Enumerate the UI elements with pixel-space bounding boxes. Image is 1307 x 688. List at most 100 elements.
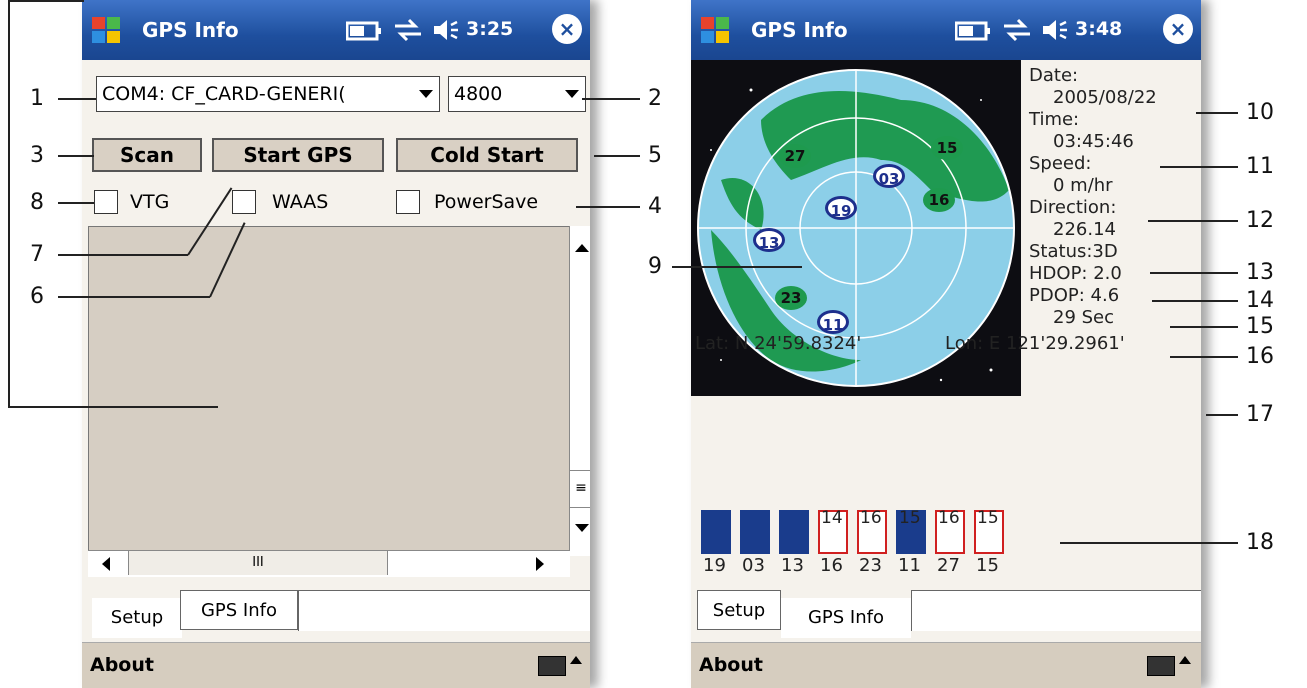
callout-line-6 — [58, 296, 210, 298]
com-port-select[interactable]: COM4: CF_CARD-GENERI( — [96, 76, 440, 112]
signal-bar-value: 16 — [938, 508, 960, 528]
callout-line-13 — [1150, 272, 1238, 274]
start-gps-button[interactable]: Start GPS — [212, 138, 384, 172]
callout-5: 5 — [648, 143, 662, 168]
callout-line-2 — [582, 98, 640, 100]
clock[interactable]: 3:25 — [466, 18, 513, 40]
scroll-thumb[interactable]: ≡ — [570, 470, 590, 508]
scan-button[interactable]: Scan — [92, 138, 202, 172]
baud-rate-select[interactable]: 4800 — [448, 76, 586, 112]
signal-bar-satellite-id: 16 — [820, 555, 843, 576]
close-button[interactable]: × — [552, 14, 582, 44]
callout-7: 7 — [30, 242, 44, 267]
signal-bar-satellite-id: 13 — [781, 555, 804, 576]
tab-setup[interactable]: Setup — [92, 598, 182, 638]
scroll-left-icon[interactable] — [102, 557, 110, 571]
satellite-marker: 16 — [923, 188, 955, 212]
speed-value: 0 m/hr — [1053, 175, 1113, 196]
speaker-icon[interactable] — [432, 18, 460, 42]
callout-line-4 — [576, 206, 640, 208]
signal-bar-satellite-id: 11 — [898, 555, 921, 576]
about-menu[interactable]: About — [699, 654, 763, 676]
pdop-text: PDOP: 4.6 — [1029, 285, 1120, 306]
signal-bar-value: 14 — [821, 508, 843, 528]
app-title: GPS Info — [142, 18, 239, 42]
horizontal-scroll-thumb[interactable]: III — [128, 551, 388, 575]
powersave-checkbox[interactable] — [396, 190, 420, 214]
cold-start-button[interactable]: Cold Start — [396, 138, 578, 172]
log-textarea[interactable] — [88, 226, 570, 576]
input-menu-arrow-icon[interactable] — [1179, 656, 1191, 664]
tab-setup[interactable]: Setup — [697, 590, 781, 630]
scroll-up-icon[interactable] — [575, 244, 589, 252]
direction-value: 226.14 — [1053, 219, 1116, 240]
callout-4: 4 — [648, 194, 662, 219]
vtg-checkbox[interactable] — [94, 190, 118, 214]
date-value: 2005/08/22 — [1053, 87, 1157, 108]
vertical-scrollbar[interactable]: ≡ — [569, 226, 590, 556]
callout-line-8 — [58, 202, 94, 204]
input-menu-arrow-icon[interactable] — [570, 656, 582, 664]
speaker-icon[interactable] — [1041, 18, 1069, 42]
satellite-marker: 19 — [825, 196, 857, 220]
callout-3: 3 — [30, 143, 44, 168]
signal-bar-satellite-id: 03 — [742, 555, 765, 576]
menu-bar: About — [82, 642, 590, 688]
battery-icon — [346, 21, 381, 41]
powersave-label: PowerSave — [434, 191, 539, 213]
callout-15: 15 — [1246, 314, 1274, 339]
waas-label: WAAS — [272, 191, 329, 213]
longitude-text: Lon: E 121'29.2961' — [945, 333, 1125, 354]
chevron-down-icon[interactable] — [559, 77, 585, 111]
windows-start-icon[interactable] — [699, 13, 733, 47]
vtg-label: VTG — [130, 191, 170, 213]
horizontal-scrollbar[interactable]: III — [88, 550, 570, 577]
direction-label: Direction: — [1029, 197, 1117, 218]
about-menu[interactable]: About — [90, 654, 154, 676]
signal-bar-satellite-id: 27 — [937, 555, 960, 576]
callout-bracket-top — [8, 0, 84, 2]
callout-line-18 — [1060, 542, 1238, 544]
app-title: GPS Info — [751, 18, 848, 42]
connectivity-icon[interactable] — [393, 18, 423, 42]
keyboard-icon[interactable] — [1147, 656, 1175, 676]
chevron-down-icon[interactable] — [413, 77, 439, 111]
connectivity-icon[interactable] — [1002, 18, 1032, 42]
tab-strip: Setup GPS Info — [82, 580, 590, 643]
signal-strength-chart: 19 03 13 14 16 16 23 15 11 16 27 15 15 — [691, 440, 1051, 580]
com-port-value: COM4: CF_CARD-GENERI( — [102, 83, 346, 105]
time-label: Time: — [1029, 109, 1080, 130]
scroll-right-icon[interactable] — [536, 557, 544, 571]
signal-bar — [740, 510, 770, 554]
scroll-down-icon[interactable] — [575, 524, 589, 532]
satellite-marker: 15 — [931, 136, 963, 160]
title-bar: GPS Info 3:48 × — [691, 0, 1201, 60]
tab-gps-info[interactable]: GPS Info — [781, 598, 911, 638]
callout-bracket-horizontal — [8, 406, 218, 408]
callout-8: 8 — [30, 190, 44, 215]
keyboard-icon[interactable] — [538, 656, 566, 676]
signal-bar-value: 15 — [977, 508, 999, 528]
waas-checkbox[interactable] — [232, 190, 256, 214]
callout-line-1 — [58, 98, 96, 100]
signal-bar-satellite-id: 15 — [976, 555, 999, 576]
left-device-screen: GPS Info 3:25 × COM4: CF_CARD-GENERI( 48… — [82, 0, 590, 688]
title-bar: GPS Info 3:25 × — [82, 0, 590, 60]
callout-line-14 — [1152, 300, 1238, 302]
callout-line-5 — [594, 155, 640, 157]
tab-gps-info[interactable]: GPS Info — [180, 590, 298, 630]
satellite-marker: 27 — [779, 144, 811, 168]
right-device-screen: GPS Info 3:48 × 27 15 03 16 19 13 23 11 … — [691, 0, 1201, 688]
windows-start-icon[interactable] — [90, 13, 124, 47]
satellite-marker: 03 — [873, 164, 905, 188]
callout-12: 12 — [1246, 208, 1274, 233]
callout-line-15 — [1170, 326, 1238, 328]
satellite-marker: 13 — [753, 228, 785, 252]
callout-line-9 — [672, 266, 802, 268]
signal-bar-value: 15 — [899, 508, 921, 528]
status-text: Status:3D — [1029, 241, 1118, 262]
clock[interactable]: 3:48 — [1075, 18, 1122, 40]
gps-info-panel: 27 15 03 16 19 13 23 11 Date: 2005/08/22 Time: … — [691, 60, 1201, 643]
close-button[interactable]: × — [1163, 14, 1193, 44]
signal-bar-satellite-id: 19 — [703, 555, 726, 576]
